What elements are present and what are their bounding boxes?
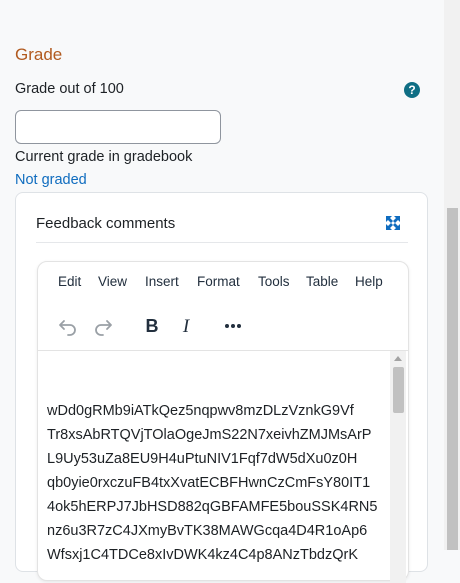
expand-icon[interactable] (385, 215, 401, 231)
menu-help[interactable]: Help (355, 274, 383, 289)
current-grade-link[interactable]: Not graded (15, 172, 87, 188)
text-line: Tr8xsAbRTQVjTOlaOgeJmS22N7xeivhZMJMsArP (47, 427, 372, 443)
italic-icon[interactable]: I (172, 312, 200, 340)
rich-text-editor: Edit View Insert Format Tools Table Help (37, 261, 409, 583)
editor-menubar: Edit View Insert Format Tools Table Help (38, 274, 408, 296)
text-line: Wfsxj1C4TDCe8xIvDWK4kz4C4p8ANzTbdzQrK (47, 547, 359, 563)
editor-scroll-thumb[interactable] (393, 367, 404, 413)
grade-out-of-label: Grade out of 100 (15, 81, 124, 97)
grading-panel: Grade Grade out of 100 ? Current grade i… (0, 0, 444, 583)
editor-scrollbar[interactable] (390, 351, 406, 583)
feedback-comments-title: Feedback comments (36, 215, 176, 232)
editor-content-area[interactable]: wDd0gRMb9iATkQez5nqpwv8mzDLzVznkG9Vf Tr8… (38, 350, 408, 583)
text-line: 4ok5hERPJ7JbHSD882qGBFAMFE5bouSSK4RN5 (47, 499, 378, 515)
menu-edit[interactable]: Edit (58, 274, 81, 289)
grade-heading: Grade (15, 45, 63, 64)
menu-tools[interactable]: Tools (258, 274, 290, 289)
text-line: nz6u3R7zC4JXmyBvTK38MAWGcqa4D4R1oAp6 (47, 523, 368, 539)
page-scroll-thumb[interactable] (447, 208, 458, 550)
feedback-comments-card: Feedback comments Edit View Insert Forma… (15, 192, 428, 583)
text-line: L9Uy53uZa8EU9H4uPtuNIV1Fqf7dW5dXu0z0H (47, 451, 358, 467)
text-line: wDd0gRMb9iATkQez5nqpwv8mzDLzVznkG9Vf (47, 403, 354, 419)
bold-icon[interactable]: B (138, 312, 166, 340)
undo-icon[interactable] (54, 312, 82, 340)
svg-text:B: B (146, 316, 159, 336)
menu-view[interactable]: View (98, 274, 127, 289)
more-icon[interactable] (219, 312, 247, 340)
svg-text:I: I (182, 316, 191, 337)
text-line: qb0yie0rxczuFB4txXvatECBFHwnCzCmFsY80IT1 (47, 475, 371, 491)
redo-icon[interactable] (89, 312, 117, 340)
feedback-text: wDd0gRMb9iATkQez5nqpwv8mzDLzVznkG9Vf Tr8… (47, 399, 387, 567)
page-scrollbar[interactable] (444, 0, 460, 550)
menu-format[interactable]: Format (197, 274, 240, 289)
help-icon[interactable]: ? (404, 82, 420, 98)
grade-input[interactable] (15, 110, 221, 144)
menu-insert[interactable]: Insert (145, 274, 179, 289)
scroll-up-arrow-icon[interactable] (394, 356, 402, 361)
card-divider (36, 242, 408, 243)
menu-table[interactable]: Table (306, 274, 338, 289)
current-grade-label: Current grade in gradebook (15, 149, 193, 165)
